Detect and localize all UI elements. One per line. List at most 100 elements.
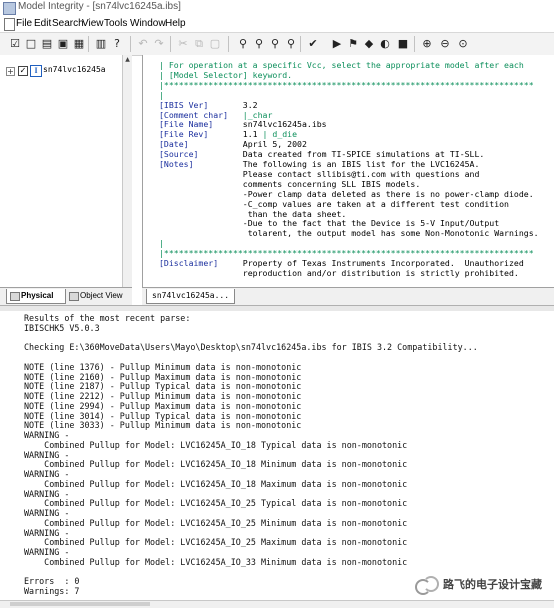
menu-window[interactable]: Window [130,17,166,31]
compile-icon[interactable]: ◆ [362,37,376,51]
toolbar-separator [170,36,171,52]
source-token: April 5, 2002 [188,139,307,150]
output-line: Combined Pullup for Model: LVC16245A_IO_… [24,556,408,567]
output-line: IBISCHK5 V5.0.3 [24,322,100,333]
save-all-icon[interactable]: ▦ [72,37,86,51]
source-token: reproduction and/or distribution is stri… [159,267,519,278]
watermark: 路飞的电子设计宝藏 [415,575,542,595]
scroll-thumb[interactable] [10,602,150,606]
save-icon[interactable]: ▣ [56,37,70,51]
tab-object-view[interactable]: Object View [66,289,134,303]
undo-icon[interactable]: ↶ [136,37,150,51]
find-next-icon[interactable]: ⚲ [252,37,266,51]
source-token: | [Model Selector] keyword. [159,69,293,80]
tree-scrollbar[interactable]: ▲ [122,55,132,287]
menu-file[interactable]: File [16,17,32,31]
output-line: Combined Pullup for Model: LVC16245A_IO_… [24,537,408,548]
app-icon [3,2,16,15]
source-token: |***************************************… [159,79,534,90]
model-tree: + ✓ I sn74lvc16245a [0,55,125,287]
toolbar-separator [414,36,415,52]
source-token: | For operation at a specific Vcc, selec… [159,60,524,70]
output-line: NOTE (line 3033) - Pullup Minimum data i… [24,420,302,431]
toolbar: ☑ □ ▤ ▣ ▦ ▥? ↶ ↷ ✂ ⧉ ▢ ⚲ ⚲ ⚲ ⚲ ✔ ▶ ⚑ ◆ ◐ ■ ⊕ ⊖ ⊙ [0,32,554,56]
cut-icon[interactable]: ✂ [176,37,190,51]
wechat-logo-icon [415,576,439,595]
source-line: |***************************************… [159,79,534,91]
tab-object-view-label: Object View [80,291,123,300]
toolbar-separator [228,36,229,52]
source-token: tolarent, the output model has some Non-… [159,228,539,239]
source-token: 1.1 [208,129,263,140]
source-token: | d_die [262,129,298,140]
scroll-up-icon[interactable]: ▲ [124,56,131,65]
find-prev-icon[interactable]: ⚲ [268,37,282,51]
find-icon[interactable]: ⚲ [236,37,250,51]
print-icon[interactable]: ▥ [94,37,108,51]
menu-edit[interactable]: Edit [34,17,51,31]
source-token: -Due to the fact that the Device is 5-V … [159,218,500,229]
menu-help[interactable]: Help [165,17,186,31]
file-tab-bar: sn74lvc16245a... [142,287,554,306]
source-token: [Date] [159,139,189,150]
output-line: Combined Pullup for Model: LVC16245A_IO_… [24,459,408,470]
check-icon[interactable]: ☑ [8,37,22,51]
source-token: [File Name] [159,119,214,130]
source-editor[interactable]: | For operation at a specific Vcc, selec… [142,55,554,287]
source-token: than the data sheet. [159,208,347,219]
source-token: 3.2 [208,99,258,110]
copy-icon[interactable]: ⧉ [192,37,206,51]
source-token: [Disclaimer] [159,258,219,268]
physical-icon [10,292,20,301]
output-panel: Results of the most recent parse: IBISCHK… [0,311,554,607]
zoom-fit-icon[interactable]: ⊙ [456,37,470,51]
zoom-out-icon[interactable]: ⊖ [438,37,452,51]
document-icon[interactable] [4,18,15,31]
tab-physical[interactable]: Physical [6,289,66,304]
simulate-icon[interactable]: ◐ [378,37,392,51]
source-token: [Notes] [159,159,194,169]
menu-tools[interactable]: Tools [104,17,127,31]
source-token: Data created from TI-SPICE simulations a… [198,149,485,160]
run-icon[interactable]: ▶ [330,37,344,51]
tree-checkbox[interactable]: ✓ [18,66,28,76]
left-tab-bar: Physical Object View [0,287,132,306]
source-token: -Power clamp data deleted as there is no… [159,188,534,199]
redo-icon[interactable]: ↷ [152,37,166,51]
expand-icon[interactable]: + [6,67,15,76]
title-bar: Model Integrity - [sn74lvc16245a.ibs] [0,0,554,17]
source-token: Property of Texas Instruments Incorporat… [218,258,524,268]
source-token: | [159,89,164,100]
open-folder-icon[interactable]: ▤ [40,37,54,51]
parse-results: Results of the most recent parse: IBISCHK… [24,313,478,597]
new-file-icon[interactable]: □ [24,37,38,51]
source-token: sn74lvc16245a.ibs [213,119,327,130]
source-token: -C_comp values are taken at a different … [159,198,509,209]
output-line: Combined Pullup for Model: LVC16245A_IO_… [24,478,408,489]
output-line: Errors : 0 [24,576,80,587]
output-line: Warnings: 7 [24,586,80,596]
output-line: Combined Pullup for Model: LVC16245A_IO_… [24,439,408,450]
source-token: [IBIS Ver] [159,99,209,110]
bookmark-icon[interactable]: ⚑ [346,37,360,51]
menu-search[interactable]: Search [52,17,84,31]
source-token: |***************************************… [159,248,534,259]
zoom-in-icon[interactable]: ⊕ [420,37,434,51]
tab-file[interactable]: sn74lvc16245a... [146,289,236,304]
source-line: tolarent, the output model has some Non-… [159,228,539,239]
menu-bar: File Edit Search View Tools Window Help [0,16,554,32]
check-syntax-icon[interactable]: ✔ [306,37,320,51]
ibis-file-icon: I [30,65,42,77]
stop-icon[interactable]: ■ [396,37,410,51]
help-icon[interactable]: ? [110,37,124,51]
paste-icon[interactable]: ▢ [208,37,222,51]
window-title: Model Integrity - [sn74lvc16245a.ibs] [18,1,181,12]
watermark-text: 路飞的电子设计宝藏 [443,578,542,591]
menu-view[interactable]: View [82,17,104,31]
replace-icon[interactable]: ⚲ [284,37,298,51]
tree-item-label[interactable]: sn74lvc16245a [43,65,106,74]
output-line: Combined Pullup for Model: LVC16245A_IO_… [24,498,408,509]
source-token: The following is an IBIS list for the LV… [193,159,480,169]
source-line: reproduction and/or distribution is stri… [159,267,519,279]
output-line: Combined Pullup for Model: LVC16245A_IO_… [24,517,408,528]
